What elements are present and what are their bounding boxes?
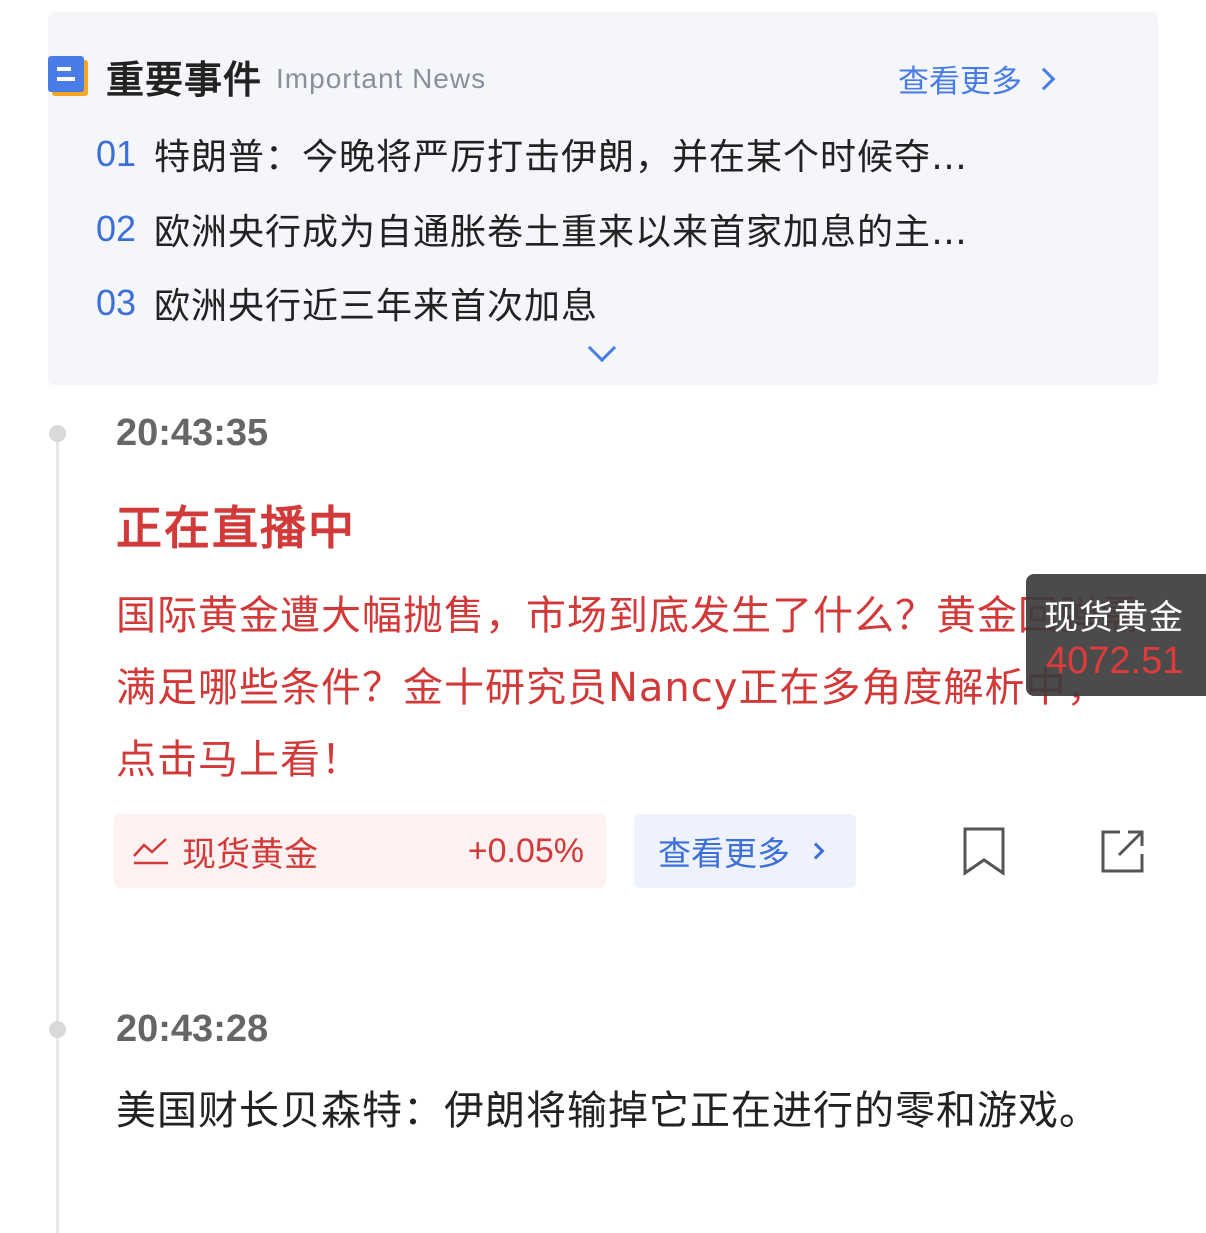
feed-item-body[interactable]: 国际黄金遭大幅抛售，市场到底发生了什么？黄金回弹需满足哪些条件？金十研究员Nan… xyxy=(116,580,1146,796)
asset-label: 现货黄金 xyxy=(182,834,318,875)
news-item-2[interactable]: 02 欧洲央行成为自通胀卷土重来以来首家加息的主… xyxy=(96,203,1076,255)
news-item-3[interactable]: 03 欧洲央行近三年来首次加息 xyxy=(96,277,1076,329)
timeline-dot xyxy=(49,425,66,442)
important-news-subtitle: Important News xyxy=(276,63,487,94)
chevron-right-icon xyxy=(807,842,825,860)
news-item-number: 03 xyxy=(96,282,137,323)
feed-item-time: 20:43:28 xyxy=(116,1008,269,1050)
news-item-number: 01 xyxy=(96,133,137,174)
asset-change: +0.05% xyxy=(467,831,584,870)
important-news-header: 重要事件 Important News 查看更多 xyxy=(48,46,1058,106)
timeline-dot xyxy=(49,1021,66,1038)
gold-price-widget[interactable]: 现货黄金 4072.51 xyxy=(1026,574,1206,696)
price-widget-value: 4072.51 xyxy=(1046,640,1184,682)
bookmark-icon[interactable] xyxy=(962,826,1006,876)
news-icon xyxy=(48,56,88,96)
view-more-button[interactable]: 查看更多 xyxy=(634,814,856,888)
news-item-text: 欧洲央行近三年来首次加息 xyxy=(154,286,599,327)
important-news-more-link[interactable]: 查看更多 xyxy=(898,56,1058,101)
important-news-more-label: 查看更多 xyxy=(898,64,1022,100)
price-widget-name: 现货黄金 xyxy=(1044,598,1184,638)
news-item-text: 特朗普：今晚将严厉打击伊朗，并在某个时候夺… xyxy=(154,137,969,178)
asset-quote-chip[interactable]: 现货黄金 +0.05% xyxy=(114,814,606,888)
trend-icon xyxy=(133,838,168,865)
share-icon[interactable] xyxy=(1100,828,1146,874)
news-item-1[interactable]: 01 特朗普：今晚将严厉打击伊朗，并在某个时候夺… xyxy=(96,128,1076,180)
feed-item-time: 20:43:35 xyxy=(116,412,269,454)
important-news-title: 重要事件 xyxy=(106,57,263,102)
chevron-right-icon xyxy=(1032,67,1056,90)
view-more-label: 查看更多 xyxy=(658,834,790,873)
timeline-line xyxy=(56,433,59,1233)
feed-item-body[interactable]: 美国财长贝森特：伊朗将输掉它正在进行的零和游戏。 xyxy=(116,1076,1146,1146)
news-item-text: 欧洲央行成为自通胀卷土重来以来首家加息的主… xyxy=(154,212,969,253)
feed-item-title: 正在直播中 xyxy=(116,501,356,555)
news-item-number: 02 xyxy=(96,208,137,249)
